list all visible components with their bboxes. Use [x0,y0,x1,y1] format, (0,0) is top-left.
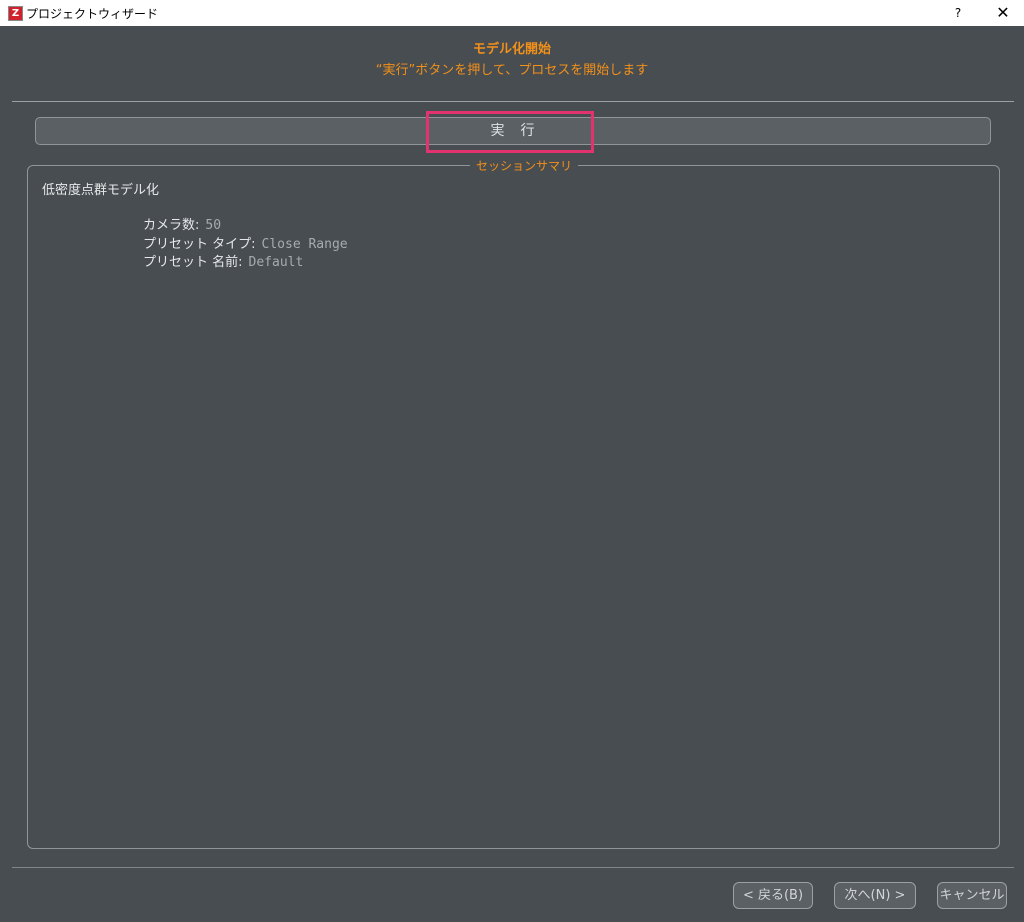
summary-value: 50 [205,218,222,233]
summary-heading: 低密度点群モデル化 [42,183,160,198]
close-button[interactable]: ✕ [990,1,1016,25]
summary-row-camera-count: カメラ数: 50 [143,214,221,233]
page-title: モデル化開始 [472,42,551,57]
summary-row-preset-name: プリセット 名前: Default [143,251,303,270]
page-subtitle: “実行”ボタンを押して、プロセスを開始します [375,63,649,78]
footer-divider [12,867,1014,868]
summary-key: カメラ数: [143,218,200,233]
next-button[interactable]: 次へ(N) > [834,882,916,909]
window-title: プロジェクトウィザード [26,7,159,21]
summary-row-preset-type: プリセット タイプ: Close Range [143,233,348,252]
help-button[interactable]: ? [950,3,966,23]
cancel-button[interactable]: キャンセル [937,882,1007,909]
app-icon: Z [8,6,23,21]
summary-value: Default [248,255,304,270]
session-summary-legend: セッションサマリ [470,157,579,174]
summary-value: Close Range [261,237,348,252]
app-icon-letter: Z [9,7,22,20]
back-button[interactable]: < 戻る(B) [733,882,813,909]
summary-key: プリセット 名前: [143,255,243,270]
title-bar: Z プロジェクトウィザード ? ✕ [0,0,1024,26]
summary-key: プリセット タイプ: [143,237,256,252]
run-button-highlight [426,111,594,153]
header-divider [12,101,1014,102]
